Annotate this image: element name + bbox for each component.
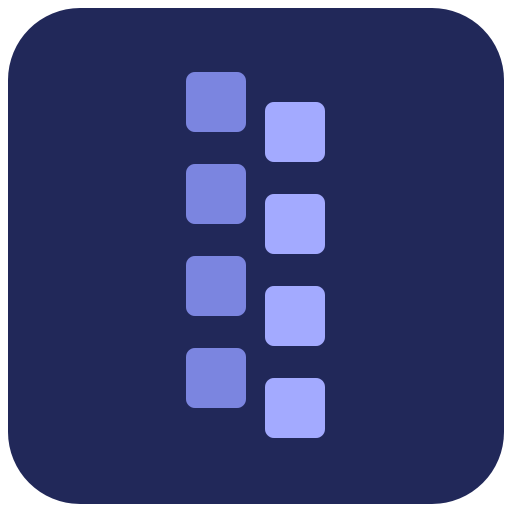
zipper-tooth-left-3 bbox=[186, 256, 246, 316]
zipper-tooth-left-4 bbox=[186, 348, 246, 408]
zipper-tooth-right-4 bbox=[265, 378, 325, 438]
zipper-tooth-left-1 bbox=[186, 72, 246, 132]
zipper-tooth-right-1 bbox=[265, 102, 325, 162]
zipper-tooth-right-2 bbox=[265, 194, 325, 254]
zipper-tooth-right-3 bbox=[265, 286, 325, 346]
zip-archive-app-icon[interactable] bbox=[8, 8, 504, 504]
zipper-tooth-left-2 bbox=[186, 164, 246, 224]
